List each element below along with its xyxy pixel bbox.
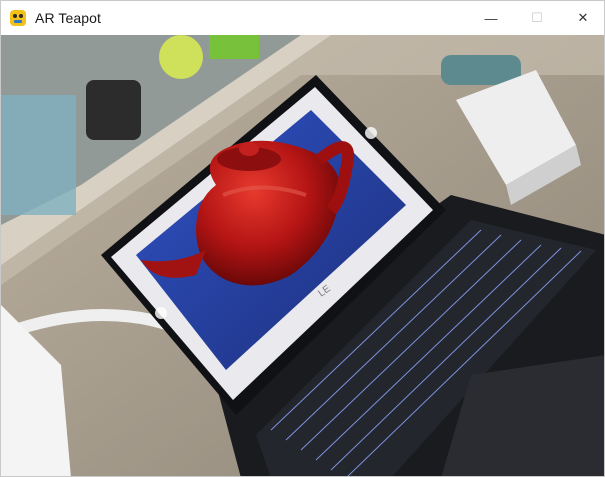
camera-view: LE [1, 35, 604, 476]
maximize-icon: ☐ [531, 10, 543, 25]
window-controls: — ☐ ✕ [468, 1, 604, 35]
close-icon: ✕ [577, 10, 589, 25]
screen-button-right [365, 127, 377, 139]
window-title: AR Teapot [35, 10, 102, 26]
close-button[interactable]: ✕ [560, 1, 604, 35]
snake-icon [8, 8, 28, 28]
glass-box [1, 95, 76, 215]
ar-scene: LE [1, 35, 604, 476]
screen-button-left [155, 307, 167, 319]
fan-device [86, 80, 141, 140]
maximize-button: ☐ [514, 1, 560, 35]
green-ball [159, 35, 203, 79]
minimize-icon: — [484, 10, 498, 26]
title-bar[interactable]: AR Teapot — ☐ ✕ [1, 1, 604, 35]
minimize-button[interactable]: — [468, 1, 514, 35]
app-window: AR Teapot — ☐ ✕ LE [0, 0, 605, 477]
green-box [209, 35, 259, 59]
